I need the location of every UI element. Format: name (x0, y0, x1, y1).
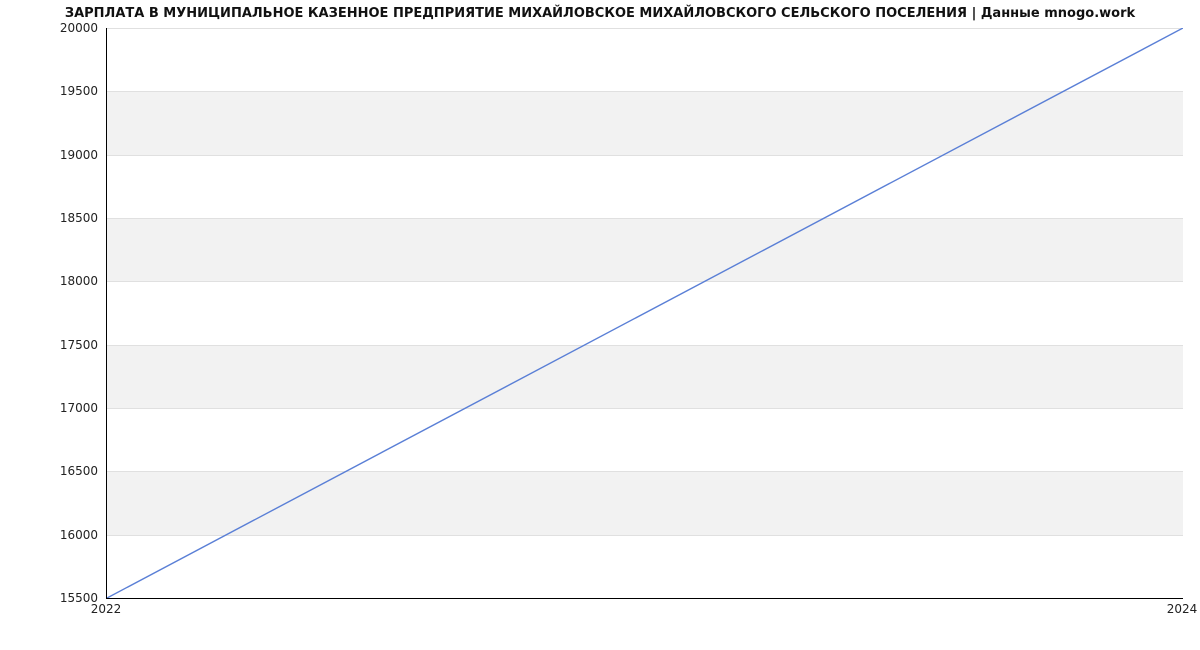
y-tick-label: 16500 (60, 464, 98, 478)
y-tick-label: 18000 (60, 274, 98, 288)
y-tick-label: 18500 (60, 211, 98, 225)
x-tick-label: 2024 (1167, 602, 1198, 616)
y-gridline (107, 598, 1183, 599)
plot-area (106, 28, 1183, 599)
y-tick-label: 19500 (60, 84, 98, 98)
x-tick-label: 2022 (91, 602, 122, 616)
y-tick-label: 20000 (60, 21, 98, 35)
y-tick-label: 17000 (60, 401, 98, 415)
salary-line-chart: ЗАРПЛАТА В МУНИЦИПАЛЬНОЕ КАЗЕННОЕ ПРЕДПР… (0, 0, 1200, 650)
y-tick-label: 17500 (60, 338, 98, 352)
y-tick-label: 19000 (60, 148, 98, 162)
y-tick-label: 16000 (60, 528, 98, 542)
chart-title: ЗАРПЛАТА В МУНИЦИПАЛЬНОЕ КАЗЕННОЕ ПРЕДПР… (0, 6, 1200, 21)
data-line (107, 28, 1183, 598)
